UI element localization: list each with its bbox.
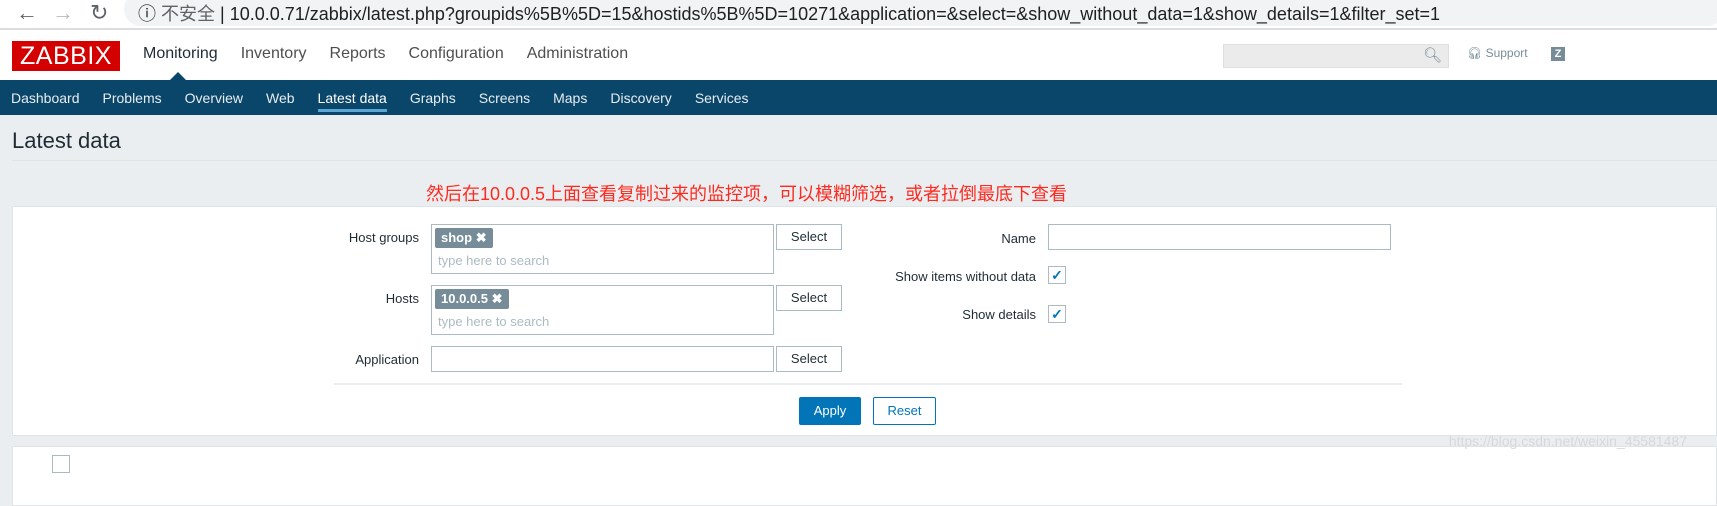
host-tag: 10.0.0.5 ✖ bbox=[435, 289, 509, 309]
reload-icon[interactable]: ↻ bbox=[90, 0, 108, 26]
url-text: 10.0.0.71/zabbix/latest.php?groupids%5B%… bbox=[229, 4, 1441, 24]
hosts-input[interactable]: 10.0.0.5 ✖ type here to search bbox=[431, 285, 774, 335]
menu-monitoring[interactable]: Monitoring bbox=[143, 45, 218, 63]
submenu-graphs[interactable]: Graphs bbox=[410, 80, 456, 115]
divider bbox=[334, 383, 1402, 385]
submenu-maps[interactable]: Maps bbox=[553, 80, 587, 115]
menu-inventory[interactable]: Inventory bbox=[241, 45, 307, 63]
remove-icon[interactable]: ✖ bbox=[476, 230, 487, 245]
menu-administration[interactable]: Administration bbox=[527, 45, 628, 63]
search-icon[interactable]: 🔍︎ bbox=[1423, 46, 1442, 64]
apply-button[interactable]: Apply bbox=[799, 397, 861, 425]
tag-label: shop bbox=[441, 230, 473, 245]
submenu-discovery[interactable]: Discovery bbox=[610, 80, 671, 115]
submenu-screens[interactable]: Screens bbox=[479, 80, 530, 115]
menu-configuration[interactable]: Configuration bbox=[409, 45, 504, 63]
watermark: https://blog.csdn.net/weixin_45581487 bbox=[1448, 433, 1687, 449]
submenu-web[interactable]: Web bbox=[266, 80, 295, 115]
search-placeholder: type here to search bbox=[438, 253, 550, 268]
annotation-text: 然后在10.0.0.5上面查看复制过来的监控项，可以模糊筛选，或者拉倒最底下查看 bbox=[426, 184, 1068, 204]
application-input[interactable] bbox=[431, 346, 774, 372]
top-header: ZABBIX Monitoring Inventory Reports Conf… bbox=[0, 30, 1717, 80]
show-without-data-label: Show items without data bbox=[895, 269, 1036, 284]
select-all-checkbox[interactable] bbox=[52, 455, 70, 473]
browser-toolbar: ← → ↻ ⓘ 不安全 | 10.0.0.71/zabbix/latest.ph… bbox=[0, 0, 1717, 30]
name-label: Name bbox=[1001, 231, 1036, 246]
zabbix-logo[interactable]: ZABBIX bbox=[12, 41, 120, 71]
menu-reports[interactable]: Reports bbox=[330, 45, 386, 63]
name-input[interactable] bbox=[1048, 224, 1391, 250]
active-menu-caret bbox=[170, 72, 186, 80]
reset-button[interactable]: Reset bbox=[873, 397, 936, 425]
support-link[interactable]: 🎧︎ Support bbox=[1467, 46, 1528, 60]
insecure-label: 不安全 bbox=[161, 4, 216, 24]
checkmark-icon: ✓ bbox=[1051, 267, 1063, 283]
page-title: Latest data bbox=[12, 128, 121, 153]
submenu-services[interactable]: Services bbox=[695, 80, 749, 115]
host-groups-label: Host groups bbox=[348, 230, 419, 245]
submenu-dashboard[interactable]: Dashboard bbox=[11, 80, 80, 115]
filter-panel: Host groups shop ✖ type here to search S… bbox=[12, 206, 1717, 436]
global-search-input[interactable]: 🔍︎ bbox=[1223, 44, 1449, 68]
sub-menu: Dashboard Problems Overview Web Latest d… bbox=[0, 80, 1717, 115]
submenu-problems[interactable]: Problems bbox=[103, 80, 162, 115]
select-hosts-button[interactable]: Select bbox=[776, 285, 842, 311]
share-icon[interactable]: Z bbox=[1551, 47, 1565, 61]
select-application-button[interactable]: Select bbox=[776, 346, 842, 372]
submenu-overview[interactable]: Overview bbox=[185, 80, 243, 115]
results-table bbox=[12, 446, 1717, 506]
headset-icon: 🎧︎ bbox=[1467, 46, 1483, 60]
show-details-checkbox[interactable]: ✓ bbox=[1048, 305, 1066, 323]
host-groups-input[interactable]: shop ✖ type here to search bbox=[431, 224, 774, 274]
back-icon[interactable]: ← bbox=[16, 0, 38, 26]
show-details-label: Show details bbox=[962, 307, 1036, 322]
remove-icon[interactable]: ✖ bbox=[492, 291, 503, 306]
checkmark-icon: ✓ bbox=[1051, 306, 1063, 322]
search-placeholder: type here to search bbox=[438, 314, 550, 329]
submenu-latest-data[interactable]: Latest data bbox=[317, 80, 387, 112]
support-label: Support bbox=[1485, 46, 1528, 60]
address-bar[interactable]: ⓘ 不安全 | 10.0.0.71/zabbix/latest.php?grou… bbox=[124, 0, 1717, 26]
host-group-tag: shop ✖ bbox=[435, 228, 493, 248]
forward-icon[interactable]: → bbox=[52, 0, 74, 26]
tag-label: 10.0.0.5 bbox=[441, 291, 488, 306]
select-host-groups-button[interactable]: Select bbox=[776, 224, 842, 250]
main-menu: Monitoring Inventory Reports Configurati… bbox=[143, 45, 628, 63]
show-without-data-checkbox[interactable]: ✓ bbox=[1048, 266, 1066, 284]
hosts-label: Hosts bbox=[385, 291, 419, 306]
info-icon: ⓘ bbox=[138, 4, 156, 24]
divider bbox=[12, 160, 1717, 161]
application-label: Application bbox=[355, 352, 419, 367]
